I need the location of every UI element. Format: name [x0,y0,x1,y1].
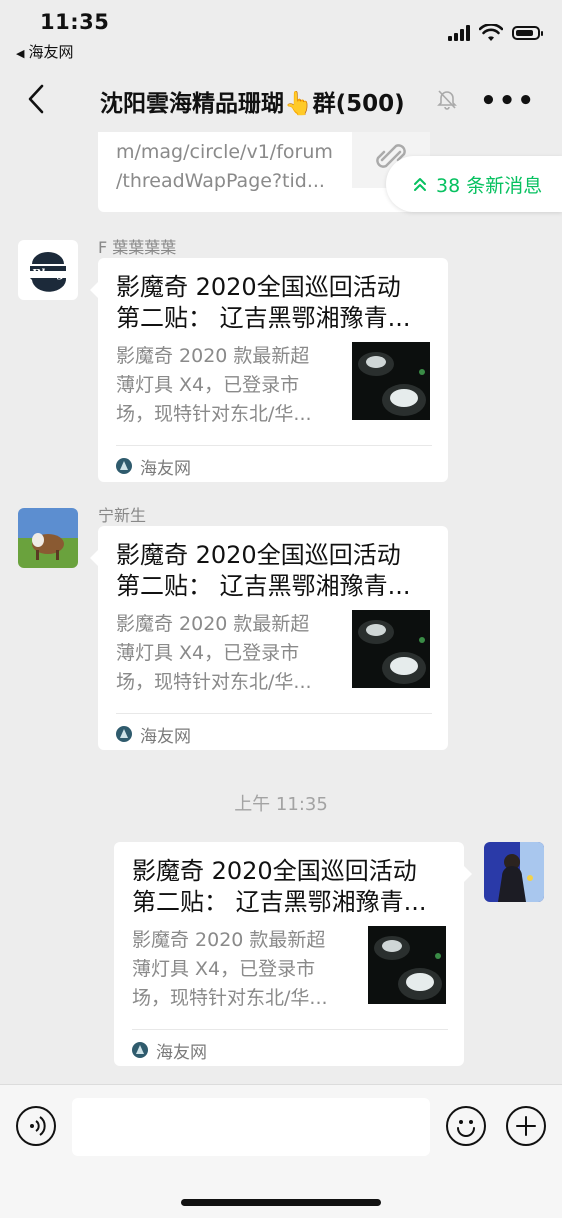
source-logo-icon [132,1042,148,1058]
desc-line: 薄灯具 X4，已登录市 [116,374,300,396]
signal-icon [448,25,470,41]
emoji-button[interactable] [446,1106,486,1146]
user-photo-icon [484,842,544,902]
message-input[interactable] [72,1098,430,1156]
title-line: 影魔奇 2020全国巡回活动 [116,541,401,569]
card-divider [116,445,432,446]
title-line: 第二贴： 辽吉黑鄂湘豫青... [116,304,411,332]
back-to-app-link[interactable]: ◀ 海友网 [16,41,73,62]
card-description: 影魔奇 2020 款最新超 薄灯具 X4，已登录市 场，现特针对东北/华... [116,610,336,697]
avatar[interactable] [484,842,544,902]
more-options-icon[interactable]: ••• [480,86,536,116]
avatar[interactable] [18,508,78,568]
card-title: 影魔奇 2020全国巡回活动 第二贴： 辽吉黑鄂湘豫青... [116,540,434,602]
card-divider [132,1029,448,1030]
plus-icon [516,1116,536,1136]
desc-line: 场，现特针对东北/华... [116,671,312,693]
desc-line: 影魔奇 2020 款最新超 [132,929,326,951]
card-title: 影魔奇 2020全国巡回活动 第二贴： 辽吉黑鄂湘豫青... [132,856,450,918]
chat-messages[interactable]: m/mag/circle/v1/forum /threadWapPage?tid… [0,132,562,1084]
status-bar: 11:35 ◀ 海友网 [0,0,562,66]
emoji-icon [457,1120,475,1137]
back-triangle-icon: ◀ [16,47,25,60]
desc-line: 影魔奇 2020 款最新超 [116,345,310,367]
card-thumbnail [352,610,430,688]
card-description: 影魔奇 2020 款最新超 薄灯具 X4，已登录市 场，现特针对东北/华... [116,342,336,429]
back-chevron-icon[interactable] [22,82,52,116]
cow-photo-icon [18,508,78,568]
new-messages-button[interactable]: 38 条新消息 [386,156,562,212]
chat-title: 沈阳雲海精品珊瑚👆群(500) [100,91,405,117]
desc-line: 场，现特针对东北/华... [116,403,312,425]
home-indicator[interactable] [181,1199,381,1206]
battery-icon [512,26,543,40]
partial-link-card[interactable]: m/mag/circle/v1/forum /threadWapPage?tid… [98,132,430,212]
source-logo-icon [116,458,132,474]
status-time: 11:35 [40,10,110,34]
status-icons [448,24,543,42]
burger-logo-icon: Blmg [30,252,67,292]
source-label: 海友网 [140,726,191,747]
link-card[interactable]: 影魔奇 2020全国巡回活动 第二贴： 辽吉黑鄂湘豫青... 影魔奇 2020 … [90,526,448,750]
title-line: 影魔奇 2020全国巡回活动 [116,273,401,301]
card-source: 海友网 [132,1038,207,1063]
new-messages-label: 38 条新消息 [436,174,543,197]
svg-text:Blmg: Blmg [31,267,65,280]
double-chevron-up-icon [414,178,426,191]
title-line: 影魔奇 2020全国巡回活动 [132,857,417,885]
mute-bell-icon [437,90,457,110]
card-title: 影魔奇 2020全国巡回活动 第二贴： 辽吉黑鄂湘豫青... [116,272,434,334]
desc-line: 影魔奇 2020 款最新超 [116,613,310,635]
sender-name: 宁新生 [98,506,147,525]
back-app-label: 海友网 [28,43,74,61]
card-description: 影魔奇 2020 款最新超 薄灯具 X4，已登录市 场，现特针对东北/华... [132,926,352,1013]
title-line: 第二贴： 辽吉黑鄂湘豫青... [132,888,427,916]
card-source: 海友网 [116,454,191,479]
more-functions-button[interactable] [506,1106,546,1146]
title-line: 第二贴： 辽吉黑鄂湘豫青... [116,572,411,600]
card-divider [116,713,432,714]
partial-link-text: m/mag/circle/v1/forum /threadWapPage?tid… [116,138,333,196]
desc-line: 薄灯具 X4，已登录市 [132,958,316,980]
avatar[interactable]: Blmg [18,240,78,300]
card-thumbnail [368,926,446,1004]
link-card[interactable]: 影魔奇 2020全国巡回活动 第二贴： 辽吉黑鄂湘豫青... 影魔奇 2020 … [114,842,472,1066]
desc-line: 薄灯具 X4，已登录市 [116,642,300,664]
wifi-icon [479,24,503,41]
voice-input-button[interactable] [16,1106,56,1146]
source-label: 海友网 [140,458,191,479]
input-bar [0,1084,562,1218]
card-thumbnail [352,342,430,420]
link-card[interactable]: 影魔奇 2020全国巡回活动 第二贴： 辽吉黑鄂湘豫青... 影魔奇 2020 … [90,258,448,482]
partial-line: m/mag/circle/v1/forum [116,141,333,163]
time-separator: 上午 11:35 [234,794,328,815]
card-source: 海友网 [116,722,191,747]
desc-line: 场，现特针对东北/华... [132,987,328,1009]
sender-name: F 葉葉葉葉 [98,238,177,257]
chat-header: 沈阳雲海精品珊瑚👆群(500) ••• [0,66,562,132]
partial-line: /threadWapPage?tid... [116,170,325,192]
voice-icon [30,1116,46,1136]
source-logo-icon [116,726,132,742]
source-label: 海友网 [156,1042,207,1063]
